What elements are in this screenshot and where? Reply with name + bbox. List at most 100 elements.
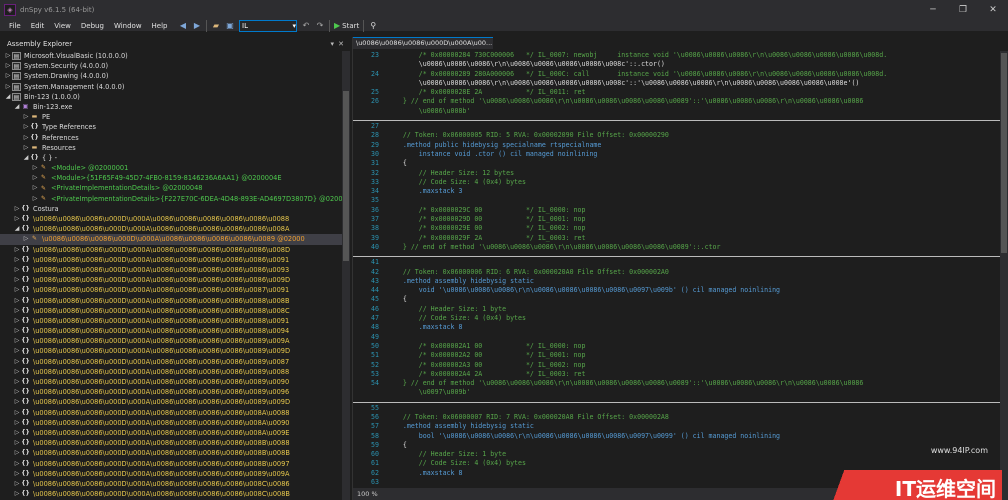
tree-item[interactable]: ▷ ✎ <Module>{51F65F49-45D7-4FB0-8159-81462…	[0, 173, 342, 183]
close-icon[interactable]: ✕	[978, 0, 1008, 20]
explorer-scrollbar[interactable]	[342, 51, 350, 500]
tree-item[interactable]: ▷{} \u0086\u0086\u0086\u000D\u000A\u0086\…	[0, 336, 342, 346]
redo-icon[interactable]: ↷	[315, 21, 325, 31]
expand-icon[interactable]: ▷	[4, 51, 12, 61]
tree-item[interactable]: ▷{} \u0086\u0086\u0086\u000D\u000A\u0086\…	[0, 245, 342, 255]
tree-item[interactable]: ▷ ▤ System.Drawing (4.0.0.0)	[0, 71, 342, 81]
tree-item[interactable]: ▷{} \u0086\u0086\u0086\u000D\u000A\u0086\…	[0, 357, 342, 367]
expand-icon[interactable]: ▷	[4, 61, 12, 71]
scrollbar-thumb[interactable]	[1001, 53, 1007, 253]
tree-item[interactable]: ▷ ✎ <Module> @02000001	[0, 163, 342, 173]
expand-icon[interactable]: ▷	[13, 336, 21, 346]
editor-scrollbar[interactable]	[1000, 51, 1008, 488]
tree-item[interactable]: ▷ ▬ Resources	[0, 143, 342, 153]
expand-icon[interactable]: ▷	[13, 418, 21, 428]
expand-icon[interactable]: ▷	[31, 183, 39, 193]
save-icon[interactable]: ▣	[225, 21, 235, 31]
tree-item[interactable]: ▷{} \u0086\u0086\u0086\u000D\u000A\u0086\…	[0, 346, 342, 356]
il-code-view[interactable]: 23 /* 0x00000284 730C000006 */ IL_0007: …	[353, 51, 1001, 488]
tree-item[interactable]: ▷{} \u0086\u0086\u0086\u000D\u000A\u0086\…	[0, 255, 342, 265]
tree-item[interactable]: ◢ ▣ Bin-123.exe	[0, 102, 342, 112]
expand-icon[interactable]: ▷	[13, 204, 21, 214]
menu-edit[interactable]: Edit	[26, 22, 50, 30]
tree-item[interactable]: ▷{} Costura	[0, 204, 342, 214]
forward-icon[interactable]: ▶	[192, 21, 202, 31]
expand-icon[interactable]: ▷	[13, 367, 21, 377]
collapse-icon[interactable]: ◢	[22, 153, 30, 163]
expand-icon[interactable]: ▷	[13, 479, 21, 489]
scrollbar-thumb[interactable]	[343, 91, 349, 261]
expand-icon[interactable]: ▷	[13, 387, 21, 397]
expand-icon[interactable]: ▷	[13, 296, 21, 306]
tree-item[interactable]: ▷ ✎ <PrivateImplementationDetails> @020000…	[0, 183, 342, 193]
tree-item[interactable]: ▷{} \u0086\u0086\u0086\u000D\u000A\u0086\…	[0, 397, 342, 407]
tree-item[interactable]: ▷ ▤ System.Security (4.0.0.0)	[0, 61, 342, 71]
collapse-icon[interactable]: ◢	[4, 92, 12, 102]
expand-icon[interactable]: ▷	[13, 265, 21, 275]
collapse-icon[interactable]: ◢	[13, 224, 21, 234]
tree-item[interactable]: ▷{} References	[0, 133, 342, 143]
menu-file[interactable]: File	[4, 22, 26, 30]
tree-item[interactable]: ▷{} \u0086\u0086\u0086\u000D\u000A\u0086\…	[0, 377, 342, 387]
menu-window[interactable]: Window	[109, 22, 147, 30]
tree-item[interactable]: ▷{} \u0086\u0086\u0086\u000D\u000A\u0086\…	[0, 316, 342, 326]
expand-icon[interactable]: ▷	[13, 438, 21, 448]
tree-item[interactable]: ◢{}{ } -	[0, 153, 342, 163]
tree-item[interactable]: ▷{} \u0086\u0086\u0086\u000D\u000A\u0086\…	[0, 265, 342, 275]
expand-icon[interactable]: ▷	[13, 357, 21, 367]
expand-icon[interactable]: ▷	[13, 245, 21, 255]
expand-icon[interactable]: ▷	[31, 163, 39, 173]
tree-item[interactable]: ▷{} \u0086\u0086\u0086\u000D\u000A\u0086\…	[0, 306, 342, 316]
tree-item[interactable]: ▷{} \u0086\u0086\u0086\u000D\u000A\u0086\…	[0, 489, 342, 499]
tree-item[interactable]: ▷{} \u0086\u0086\u0086\u000D\u000A\u0086\…	[0, 428, 342, 438]
tree-item[interactable]: ▷{} \u0086\u0086\u0086\u000D\u000A\u0086\…	[0, 469, 342, 479]
expand-icon[interactable]: ▷	[13, 255, 21, 265]
tree-item[interactable]: ▷{} \u0086\u0086\u0086\u000D\u000A\u0086\…	[0, 387, 342, 397]
tree-item[interactable]: ▷ ✎ \u0086\u0086\u0086\u000D\u000A\u0086\u…	[0, 234, 342, 245]
menu-view[interactable]: View	[49, 22, 76, 30]
expand-icon[interactable]: ▷	[4, 71, 12, 81]
expand-icon[interactable]: ▷	[13, 408, 21, 418]
expand-icon[interactable]: ▷	[13, 448, 21, 458]
collapse-icon[interactable]: ◢	[13, 102, 21, 112]
expand-icon[interactable]: ▷	[13, 459, 21, 469]
expand-icon[interactable]: ▷	[31, 194, 39, 204]
expand-icon[interactable]: ▷	[22, 133, 30, 143]
start-button[interactable]: ▶ Start	[334, 21, 359, 30]
tree-item[interactable]: ▷{} \u0086\u0086\u0086\u000D\u000A\u0086\…	[0, 448, 342, 458]
tree-item[interactable]: ▷{} \u0086\u0086\u0086\u000D\u000A\u0086\…	[0, 275, 342, 285]
expand-icon[interactable]: ▷	[13, 285, 21, 295]
tree-item[interactable]: ▷{} \u0086\u0086\u0086\u000D\u000A\u0086\…	[0, 214, 342, 224]
tree-item[interactable]: ▷{} \u0086\u0086\u0086\u000D\u000A\u0086\…	[0, 438, 342, 448]
minimize-icon[interactable]: ─	[918, 0, 948, 20]
expand-icon[interactable]: ▷	[13, 428, 21, 438]
menu-debug[interactable]: Debug	[76, 22, 109, 30]
expand-icon[interactable]: ▷	[13, 316, 21, 326]
expand-icon[interactable]: ▷	[22, 122, 30, 132]
close-panel-icon[interactable]: ✕	[338, 40, 344, 48]
pin-icon[interactable]: ▾	[330, 40, 334, 48]
tree-item[interactable]: ◢{} \u0086\u0086\u0086\u000D\u000A\u0086\…	[0, 224, 342, 234]
tree-item[interactable]: ▷{} \u0086\u0086\u0086\u000D\u000A\u0086\…	[0, 408, 342, 418]
tree-item[interactable]: ▷ ▤ Microsoft.VisualBasic (10.0.0.0)	[0, 51, 342, 61]
tree-item[interactable]: ▷ ✎ <PrivateImplementationDetails>{F227E70…	[0, 194, 342, 204]
menu-help[interactable]: Help	[147, 22, 173, 30]
tree-item[interactable]: ▷ ▤ System.Management (4.0.0.0)	[0, 82, 342, 92]
tree-item[interactable]: ▷{} Type References	[0, 122, 342, 132]
maximize-icon[interactable]: ❐	[948, 0, 978, 20]
expand-icon[interactable]: ▷	[13, 326, 21, 336]
expand-icon[interactable]: ▷	[13, 346, 21, 356]
expand-icon[interactable]: ▷	[13, 214, 21, 224]
search-icon[interactable]: ⚲	[368, 21, 378, 31]
editor-tab[interactable]: \u0086\u0086\u0086\u000D\u000A\u00... ✕	[353, 37, 493, 49]
expand-icon[interactable]: ▷	[13, 397, 21, 407]
tree-item[interactable]: ▷{} \u0086\u0086\u0086\u000D\u000A\u0086\…	[0, 367, 342, 377]
expand-icon[interactable]: ▷	[22, 143, 30, 153]
tree-item[interactable]: ▷ ▬ PE	[0, 112, 342, 122]
expand-icon[interactable]: ▷	[4, 82, 12, 92]
tree-item[interactable]: ▷{} \u0086\u0086\u0086\u000D\u000A\u0086\…	[0, 296, 342, 306]
expand-icon[interactable]: ▷	[13, 469, 21, 479]
tree-item[interactable]: ▷{} \u0086\u0086\u0086\u000D\u000A\u0086\…	[0, 459, 342, 469]
tree-item[interactable]: ◢ ▤ Bin-123 (1.0.0.0)	[0, 92, 342, 102]
tree-item[interactable]: ▷{} \u0086\u0086\u0086\u000D\u000A\u0086\…	[0, 326, 342, 336]
